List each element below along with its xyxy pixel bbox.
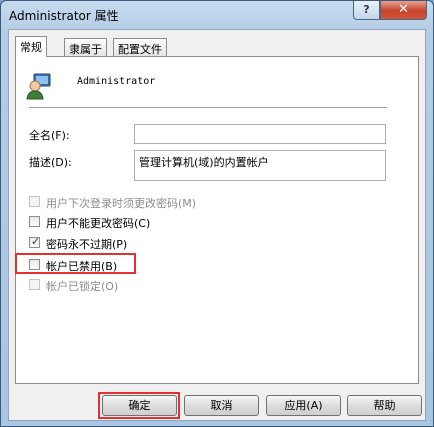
annotation-highlight bbox=[15, 253, 136, 274]
checkmark-icon: ✓ bbox=[31, 235, 41, 248]
checkbox-label: 帐户已锁定(O) bbox=[46, 280, 119, 293]
cancel-button[interactable]: 取消 bbox=[184, 395, 259, 416]
checkbox-box[interactable] bbox=[29, 216, 40, 227]
fullname-label: 全名(F): bbox=[29, 129, 70, 142]
checkbox-label: 用户不能更改密码(C) bbox=[46, 217, 151, 230]
user-name: Administrator bbox=[77, 76, 156, 87]
help-icon[interactable]: ? bbox=[353, 1, 380, 20]
checkbox-label: 密码永不过期(P) bbox=[46, 238, 128, 251]
checkbox-box[interactable]: ✓ bbox=[29, 235, 41, 248]
user-account-icon bbox=[26, 73, 51, 100]
tab-profile[interactable]: 配置文件 bbox=[113, 38, 167, 56]
apply-button[interactable]: 应用(A) bbox=[266, 395, 341, 416]
title-bar[interactable]: Administrator 属性 ? ✕ bbox=[1, 1, 433, 29]
checkbox-box[interactable] bbox=[29, 279, 40, 290]
window-title: Administrator 属性 bbox=[9, 9, 119, 23]
close-icon[interactable]: ✕ bbox=[380, 1, 427, 20]
description-label: 描述(D): bbox=[29, 156, 72, 169]
description-input[interactable]: 管理计算机(域)的内置帐户 bbox=[134, 150, 386, 181]
dialog-client-area: 常规 隶属于 配置文件 Administrator 全名(F): 描述(D): … bbox=[8, 29, 426, 421]
help-button[interactable]: 帮助 bbox=[347, 395, 422, 416]
fullname-input[interactable] bbox=[134, 124, 386, 144]
checkbox-label: 用户下次登录时须更改密码(M) bbox=[46, 197, 197, 210]
tab-member-of[interactable]: 隶属于 bbox=[64, 38, 107, 56]
tab-general[interactable]: 常规 bbox=[15, 36, 47, 57]
checkbox-box[interactable] bbox=[29, 196, 40, 207]
separator bbox=[29, 107, 387, 109]
properties-window: Administrator 属性 ? ✕ 常规 隶属于 配置文件 Adminis… bbox=[0, 0, 434, 427]
annotation-highlight bbox=[98, 392, 180, 419]
